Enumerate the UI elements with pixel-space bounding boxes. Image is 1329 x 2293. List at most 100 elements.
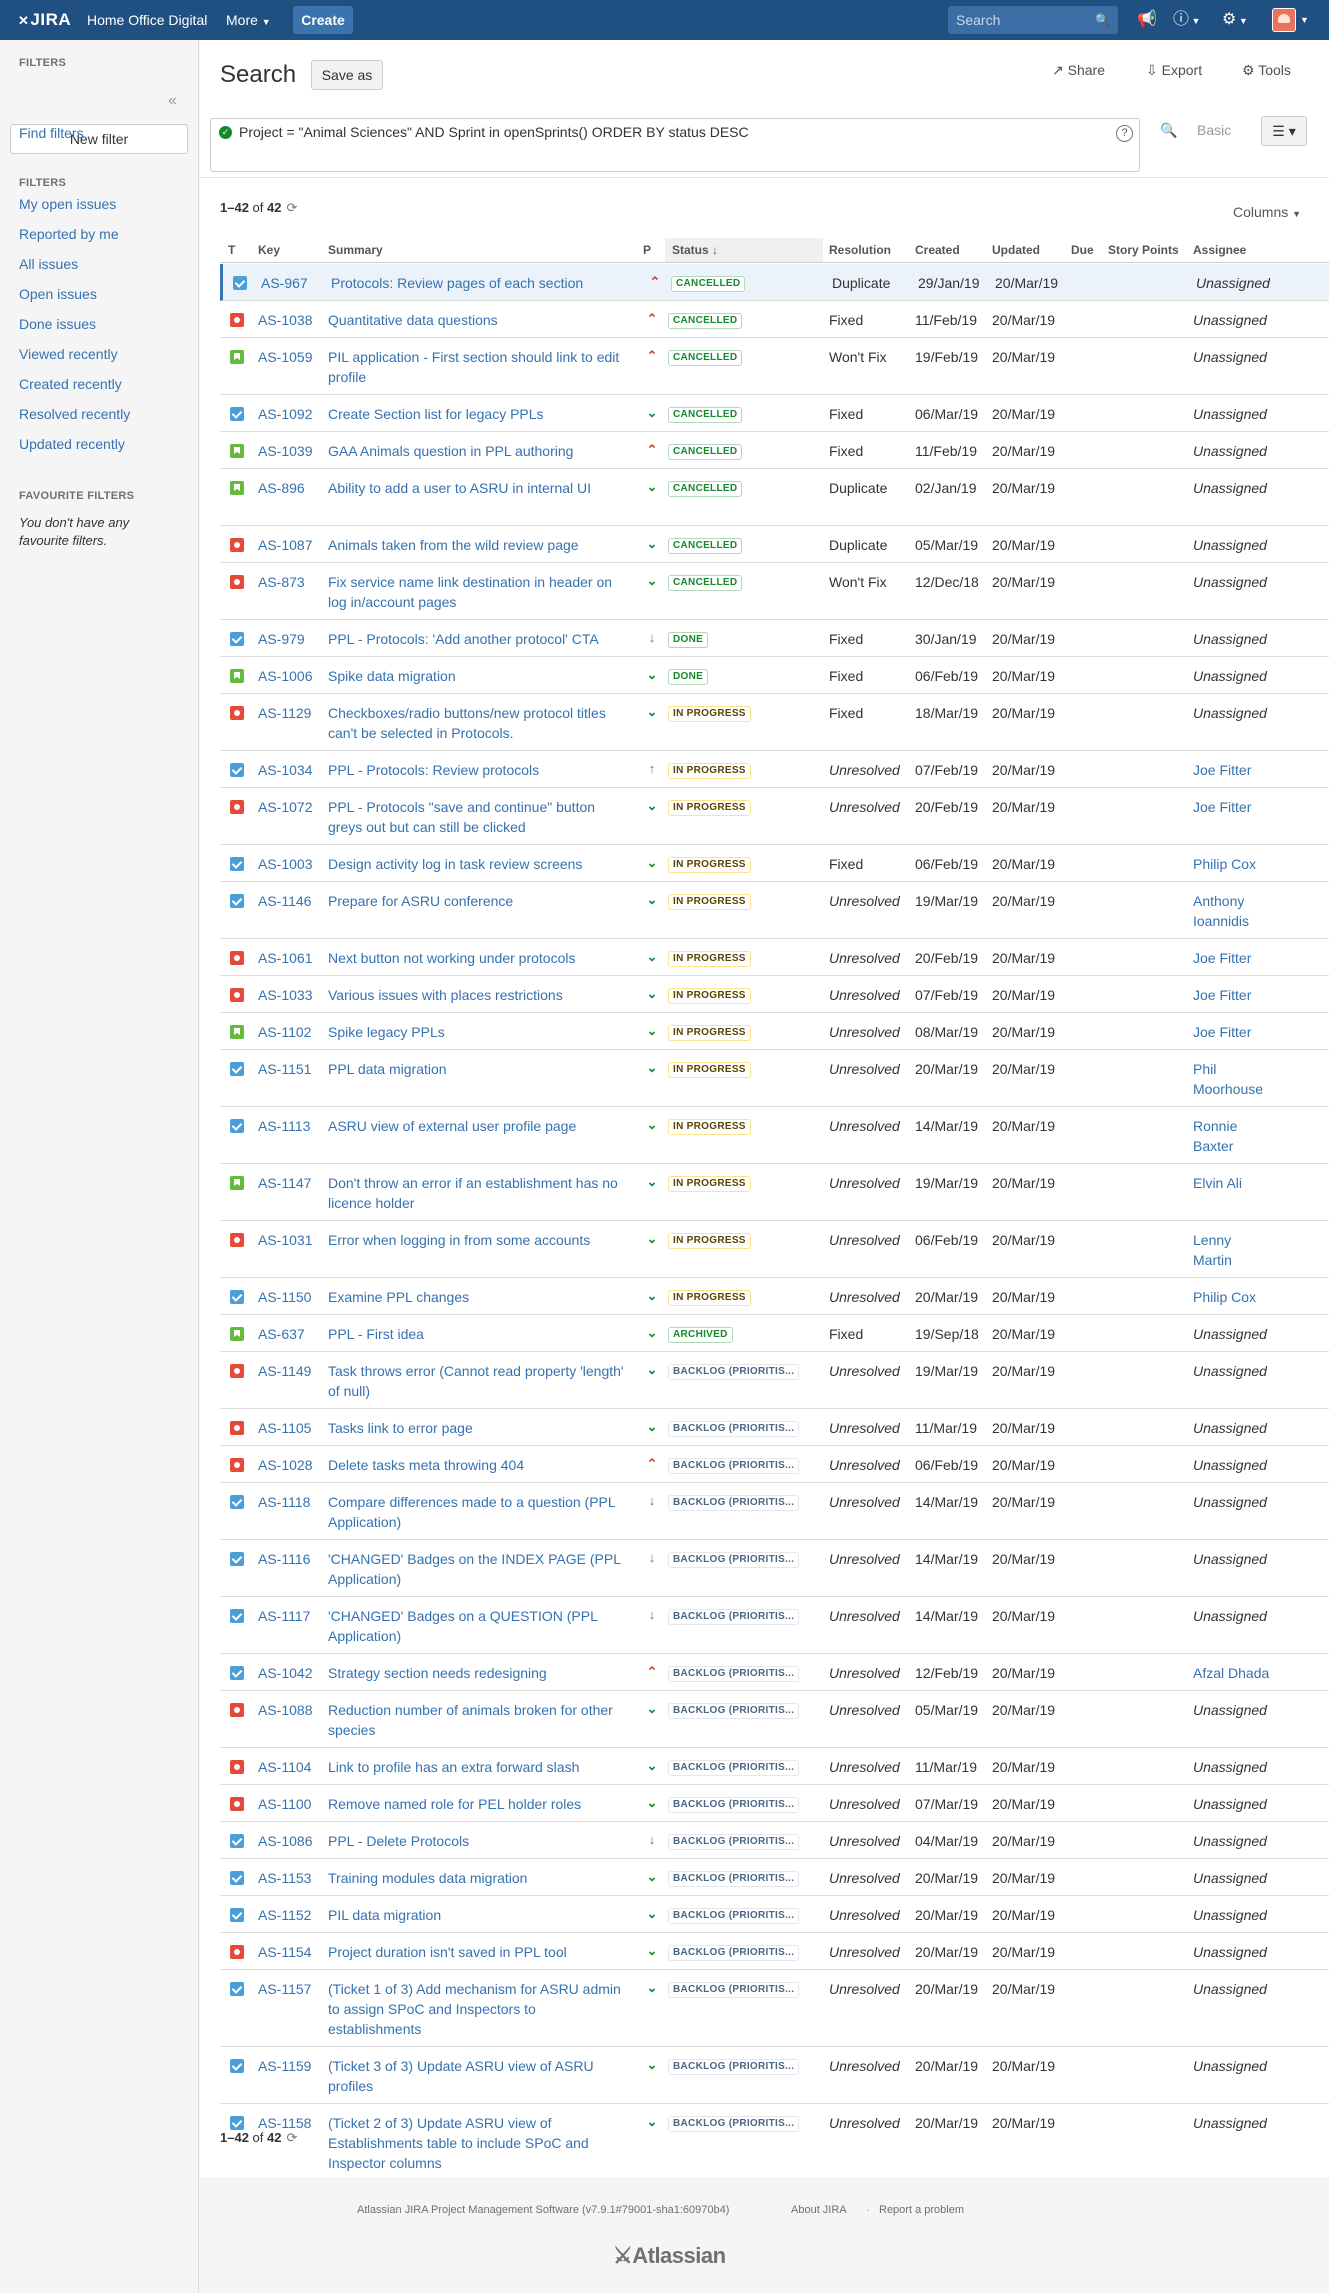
table-row[interactable]: AS-1146 Prepare for ASRU conference ⌄ IN PR… [220,882,1329,939]
table-row[interactable]: AS-1003 Design activity log in task revie… [220,845,1329,882]
issue-key-link[interactable]: AS-1152 [258,1905,311,1925]
table-row[interactable]: AS-1059 PIL application - First section s… [220,338,1329,395]
export-button[interactable]: ⇩ Export [1146,62,1202,79]
column-header-status[interactable]: Status ↓ [672,238,718,262]
global-search-input[interactable]: Search 🔍 [948,6,1118,34]
issue-summary-link[interactable]: Compare differences made to a question (… [328,1492,633,1532]
issue-summary-link[interactable]: Remove named role for PEL holder roles [328,1794,633,1814]
table-row[interactable]: AS-1129 Checkboxes/radio buttons/new prot… [220,694,1329,751]
table-row[interactable]: AS-1033 Various issues with places restri… [220,976,1329,1013]
jira-logo[interactable]: ✕JIRA [18,0,71,41]
issue-key-link[interactable]: AS-1113 [258,1116,310,1136]
sidebar-item-done-issues[interactable]: Done issues [19,316,96,332]
gear-icon[interactable]: ⚙ ▼ [1222,0,1248,41]
basic-mode-link[interactable]: Basic [1197,122,1231,138]
issue-key-link[interactable]: AS-1105 [258,1418,311,1438]
issue-summary-link[interactable]: Next button not working under protocols [328,948,633,968]
issue-summary-link[interactable]: Create Section list for legacy PPLs [328,404,633,424]
table-row[interactable]: AS-1147 Don't throw an error if an establ… [220,1164,1329,1221]
issue-key-link[interactable]: AS-1086 [258,1831,312,1851]
issue-summary-link[interactable]: Delete tasks meta throwing 404 [328,1455,633,1475]
table-row[interactable]: AS-1153 Training modules data migration ⌄ B… [220,1859,1329,1896]
table-row[interactable]: AS-1154 Project duration isn't saved in P… [220,1933,1329,1970]
issue-key-link[interactable]: AS-1006 [258,666,312,686]
issue-key-link[interactable]: AS-637 [258,1324,305,1344]
issue-summary-link[interactable]: Animals taken from the wild review page [328,535,633,555]
column-header-created[interactable]: Created [915,238,960,262]
column-header-type[interactable]: T [228,238,235,262]
table-row[interactable]: AS-896 Ability to add a user to ASRU in i… [220,469,1329,526]
atlassian-logo[interactable]: ⚔Atlassian [613,2243,726,2269]
help-icon[interactable]: ⓘ ▼ [1173,0,1200,41]
search-icon[interactable]: 🔍 [1160,122,1177,139]
table-row[interactable]: AS-1087 Animals taken from the wild revie… [220,526,1329,563]
share-button[interactable]: ↗ Share [1052,62,1105,79]
table-row[interactable]: AS-1159 (Ticket 3 of 3) Update ASRU view … [220,2047,1329,2104]
column-header-summary[interactable]: Summary [328,238,383,262]
table-row[interactable]: AS-1061 Next button not working under pro… [220,939,1329,976]
assignee-cell[interactable]: Ronnie Baxter [1193,1116,1273,1156]
column-header-assignee[interactable]: Assignee [1193,238,1246,262]
more-menu[interactable]: More ▼ [226,0,271,42]
issue-key-link[interactable]: AS-1147 [258,1173,311,1193]
issue-key-link[interactable]: AS-873 [258,572,305,592]
table-row[interactable]: AS-1117 'CHANGED' Badges on a QUESTION (P… [220,1597,1329,1654]
table-row[interactable]: AS-979 PPL - Protocols: 'Add another prot… [220,620,1329,657]
issue-summary-link[interactable]: Checkboxes/radio buttons/new protocol ti… [328,703,633,743]
issue-summary-link[interactable]: Ability to add a user to ASRU in interna… [328,478,633,498]
issue-summary-link[interactable]: Strategy section needs redesigning [328,1663,633,1683]
table-row[interactable]: AS-1100 Remove named role for PEL holder … [220,1785,1329,1822]
table-row[interactable]: AS-1149 Task throws error (Cannot read pr… [220,1352,1329,1409]
table-row[interactable]: AS-1105 Tasks link to error page ⌄ BACKLOG … [220,1409,1329,1446]
columns-button[interactable]: Columns ▼ [1233,204,1301,220]
issue-key-link[interactable]: AS-1146 [258,891,311,911]
issue-key-link[interactable]: AS-967 [261,273,308,293]
issue-summary-link[interactable]: (Ticket 2 of 3) Update ASRU view of Esta… [328,2113,633,2173]
table-row[interactable]: AS-1031 Error when logging in from some a… [220,1221,1329,1278]
table-row[interactable]: AS-1034 PPL - Protocols: Review protocols… [220,751,1329,788]
issue-key-link[interactable]: AS-1003 [258,854,312,874]
column-header-key[interactable]: Key [258,238,280,262]
issue-key-link[interactable]: AS-979 [258,629,305,649]
table-row[interactable]: AS-1039 GAA Animals question in PPL autho… [220,432,1329,469]
site-name-link[interactable]: Home Office Digital [87,0,207,40]
issue-summary-link[interactable]: Project duration isn't saved in PPL tool [328,1942,633,1962]
table-row[interactable]: AS-1150 Examine PPL changes ⌄ IN PROGRESS Un… [220,1278,1329,1315]
issue-summary-link[interactable]: Reduction number of animals broken for o… [328,1700,633,1740]
issue-summary-link[interactable]: GAA Animals question in PPL authoring [328,441,633,461]
issue-key-link[interactable]: AS-1033 [258,985,312,1005]
issue-key-link[interactable]: AS-1159 [258,2056,311,2076]
issue-summary-link[interactable]: Design activity log in task review scree… [328,854,633,874]
table-row[interactable]: AS-1072 PPL - Protocols "save and continu… [220,788,1329,845]
issue-key-link[interactable]: AS-1031 [258,1230,312,1250]
sidebar-item-created-recently[interactable]: Created recently [19,376,122,392]
sidebar-item-open-issues[interactable]: Open issues [19,286,97,302]
column-header-updated[interactable]: Updated [992,238,1040,262]
issue-summary-link[interactable]: Spike data migration [328,666,633,686]
issue-summary-link[interactable]: Error when logging in from some accounts [328,1230,633,1250]
column-header-priority[interactable]: P [643,238,651,262]
issue-key-link[interactable]: AS-1157 [258,1979,311,1999]
issue-key-link[interactable]: AS-1118 [258,1492,310,1512]
table-row[interactable]: AS-873 Fix service name link destination … [220,563,1329,620]
issue-key-link[interactable]: AS-1151 [258,1059,311,1079]
table-row[interactable]: AS-1104 Link to profile has an extra forw… [220,1748,1329,1785]
issue-key-link[interactable]: AS-1072 [258,797,312,817]
issue-summary-link[interactable]: 'CHANGED' Badges on the INDEX PAGE (PPL … [328,1549,633,1589]
issue-summary-link[interactable]: (Ticket 1 of 3) Add mechanism for ASRU a… [328,1979,633,2039]
issue-summary-link[interactable]: Quantitative data questions [328,310,633,330]
layout-switcher-button[interactable]: ☰ ▾ [1261,116,1307,146]
assignee-cell[interactable]: Phil Moorhouse [1193,1059,1273,1099]
issue-summary-link[interactable]: Protocols: Review pages of each section [331,273,636,293]
sidebar-item-all-issues[interactable]: All issues [19,256,78,272]
issue-key-link[interactable]: AS-1087 [258,535,312,555]
footer-about-link[interactable]: About JIRA [791,2204,847,2216]
table-row[interactable]: AS-1118 Compare differences made to a que… [220,1483,1329,1540]
issue-key-link[interactable]: AS-1092 [258,404,312,424]
issue-key-link[interactable]: AS-1102 [258,1022,311,1042]
chevron-down-icon[interactable]: ▼ [1300,0,1309,40]
issue-summary-link[interactable]: (Ticket 3 of 3) Update ASRU view of ASRU… [328,2056,633,2096]
announcements-icon[interactable]: 📢 [1137,0,1157,40]
issue-key-link[interactable]: AS-1039 [258,441,312,461]
issue-key-link[interactable]: AS-1059 [258,347,312,367]
